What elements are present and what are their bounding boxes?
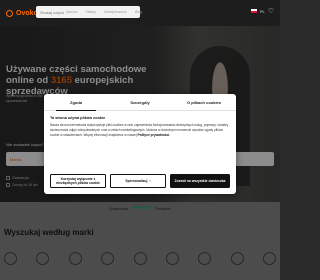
header-search-placeholder: Szukaj części (40, 9, 65, 15)
language-code[interactable]: PL (260, 9, 265, 14)
heart-icon[interactable]: ♡ (268, 7, 274, 15)
logo-mark-icon (6, 9, 13, 17)
customize-button[interactable]: Spersonalizuj › (110, 174, 166, 188)
cookie-dialog-body: Ta strona używa plików cookie Nasza stro… (44, 111, 236, 138)
cookie-description: Nasza strona internetowa wykorzystuje pl… (50, 123, 230, 138)
header-right: PL ♡ (250, 7, 274, 15)
tab-szczegoly[interactable]: Szczegóły (108, 94, 172, 110)
nav-item-ubezpieczeniu[interactable]: Ubezpieczeniu (104, 10, 127, 14)
top-header: Ovoko Szukaj części Zamów Sklepy Ubezpie… (0, 0, 280, 26)
cookie-buttons: Korzystaj wyłącznie z niezbędnych plików… (50, 174, 230, 188)
nav-item-sklepy[interactable]: Sklepy (85, 10, 96, 14)
tab-zgoda[interactable]: Zgoda (44, 94, 108, 111)
privacy-policy-link[interactable]: Polityce prywatności (138, 133, 170, 137)
cookie-consent-dialog: Zgoda Szczegóły O plikach cookies Ta str… (44, 94, 236, 194)
cookie-heading: Ta strona używa plików cookie (50, 116, 106, 120)
chevron-right-icon: › (149, 179, 151, 183)
nav-item-zamow[interactable]: Zamów (66, 10, 77, 14)
accept-all-button[interactable]: Zezwól na wszystkie ciasteczka (170, 174, 230, 188)
customize-label: Spersonalizuj (125, 179, 148, 183)
cookie-tabs: Zgoda Szczegóły O plikach cookies (44, 94, 236, 111)
flag-icon[interactable] (250, 9, 257, 13)
logo-text: Ovoko (16, 9, 38, 17)
ovoko-logo[interactable]: Ovoko (6, 9, 38, 17)
header-nav: Zamów Sklepy Ubezpieczeniu Blog (66, 10, 142, 14)
nav-item-blog[interactable]: Blog (135, 10, 142, 14)
tab-o-plikach-cookies[interactable]: O plikach cookies (172, 94, 236, 110)
necessary-only-button[interactable]: Korzystaj wyłącznie z niezbędnych plików… (50, 174, 106, 188)
cookie-text-2: . (169, 133, 171, 137)
